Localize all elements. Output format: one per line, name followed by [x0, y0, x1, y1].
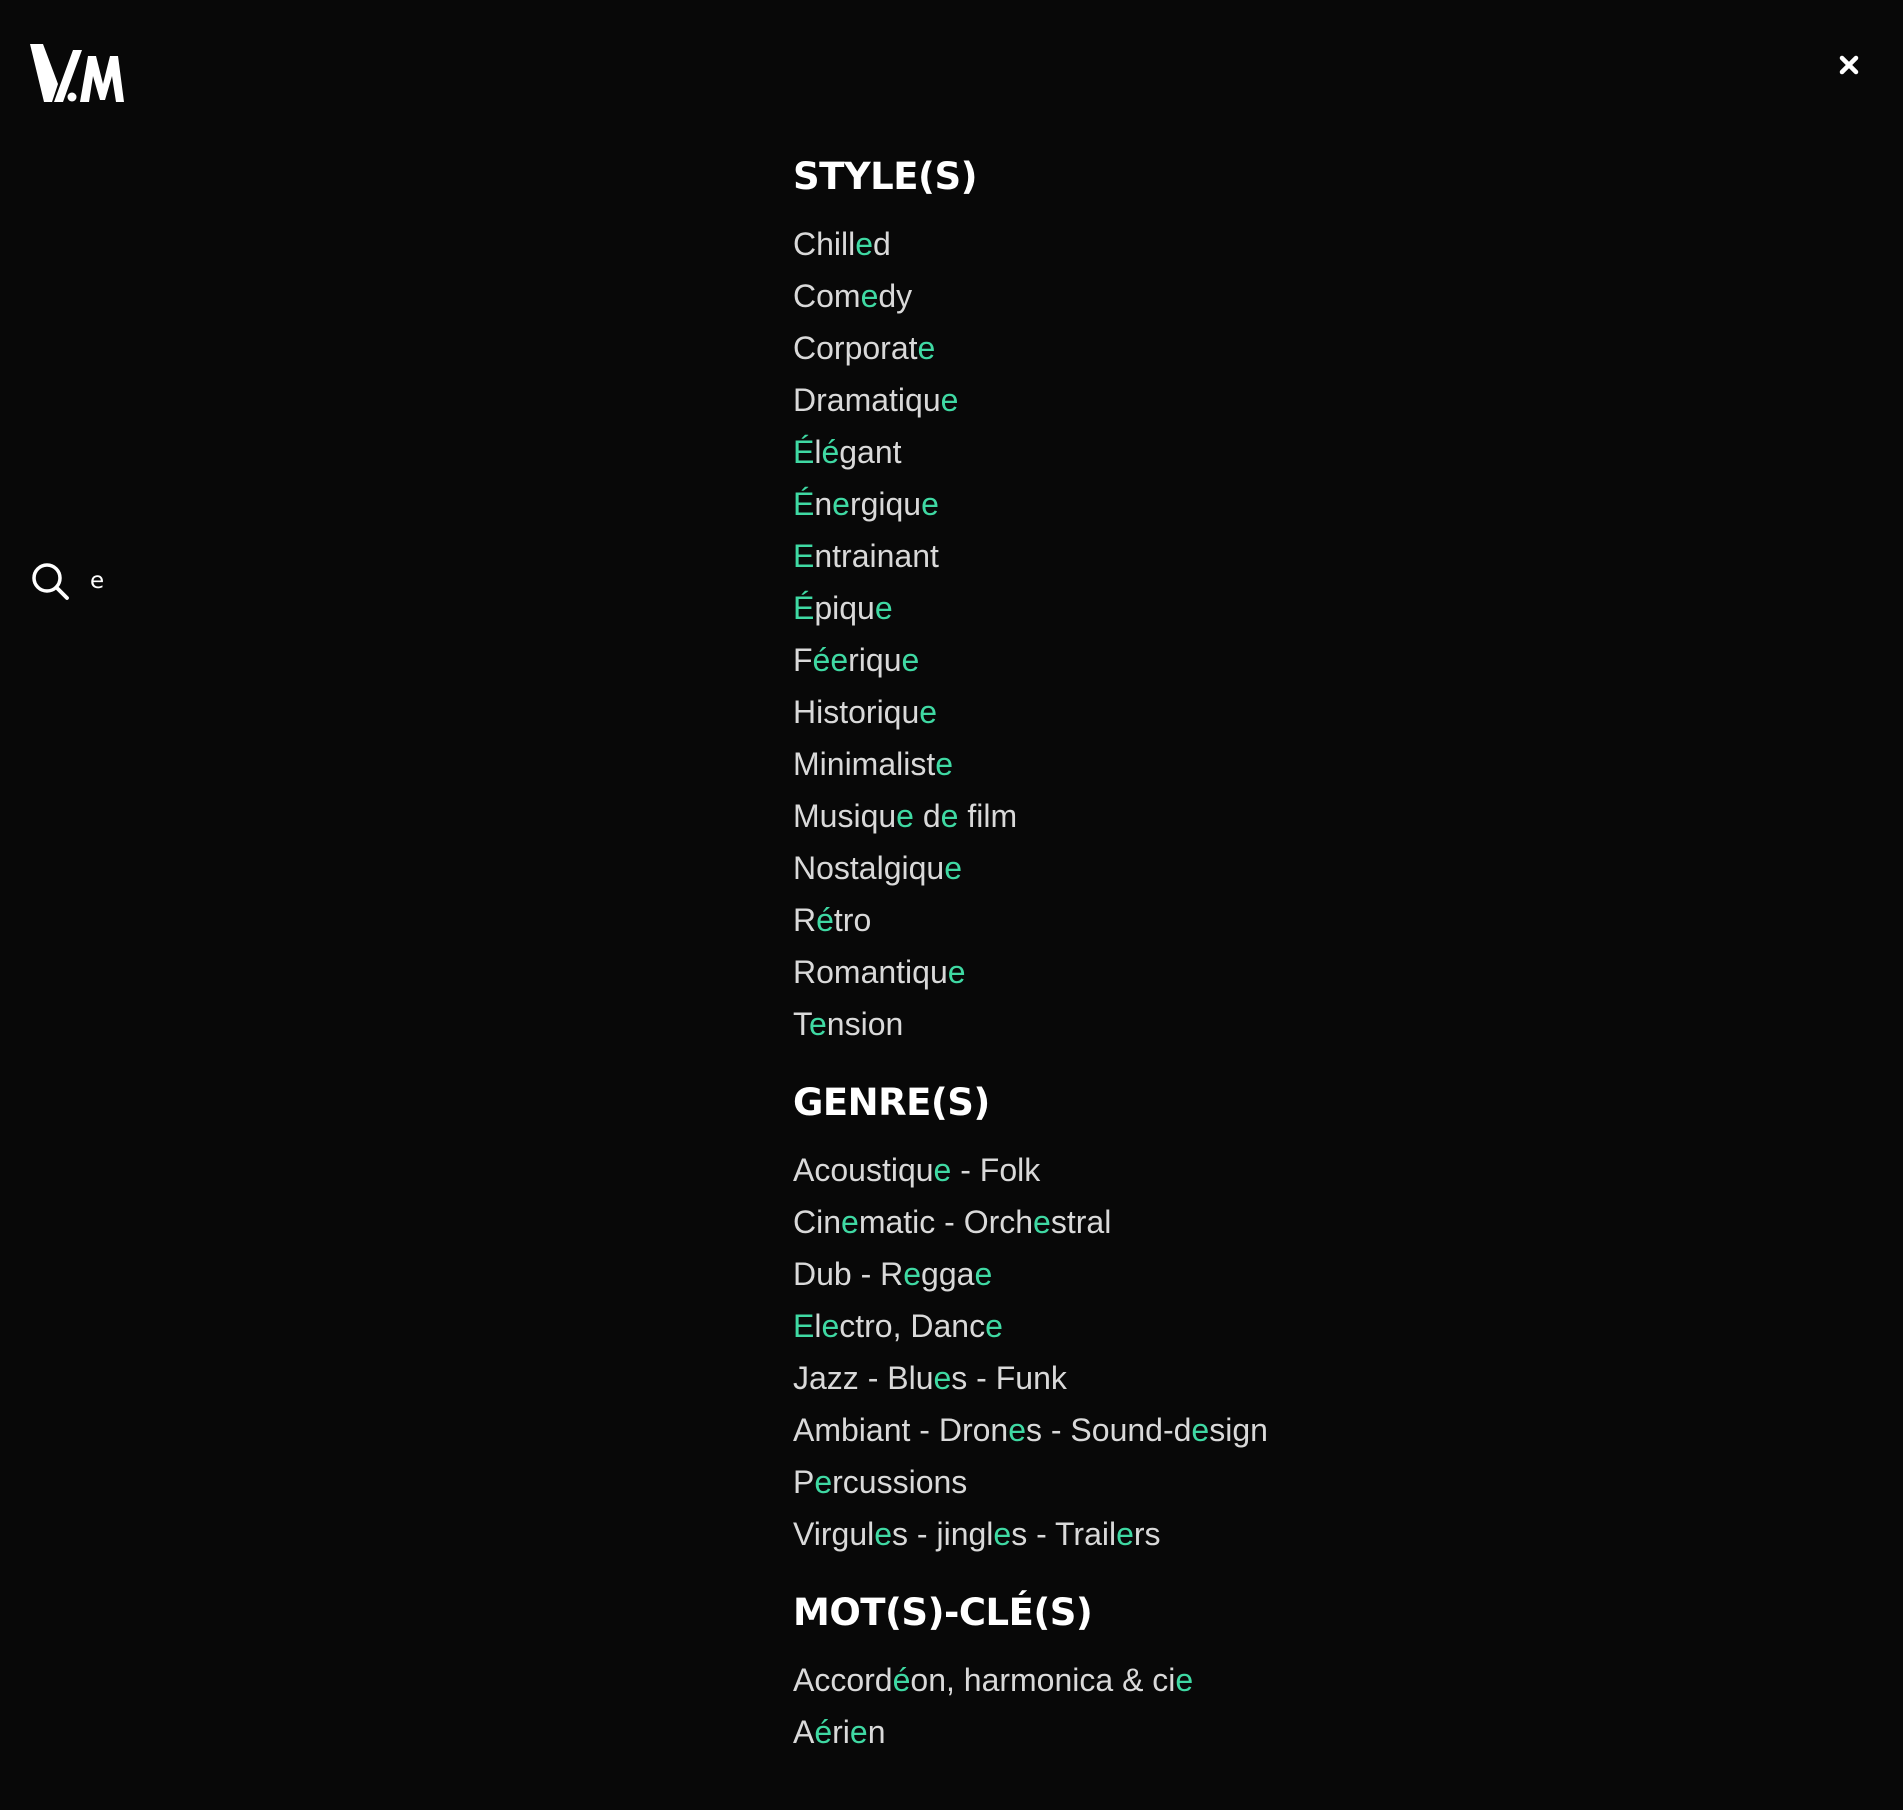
match-highlight: e [1033, 1204, 1051, 1240]
match-highlight: é [892, 1662, 911, 1698]
result-item[interactable]: Entrainant [793, 530, 1693, 582]
match-highlight: e [841, 1204, 859, 1240]
section-title: STYLE(S) [793, 155, 978, 198]
match-highlight: e [1191, 1412, 1210, 1448]
match-highlight: e [821, 1308, 840, 1344]
result-item[interactable]: Acoustique - Folk [793, 1144, 1693, 1196]
result-item[interactable]: Féerique [793, 634, 1693, 686]
search-bar [30, 556, 390, 606]
result-item[interactable]: Ambiant - Drones - Sound-design [793, 1404, 1693, 1456]
vam-logo[interactable] [30, 44, 124, 106]
match-highlight: e [933, 1360, 952, 1396]
result-item[interactable]: Comedy [793, 270, 1693, 322]
search-icon[interactable] [30, 561, 70, 601]
result-item[interactable]: Nostalgique [793, 842, 1693, 894]
result-item[interactable]: Minimaliste [793, 738, 1693, 790]
result-item[interactable]: Corporate [793, 322, 1693, 374]
match-highlight: é [821, 434, 840, 470]
result-item[interactable]: Dramatique [793, 374, 1693, 426]
match-highlight: e [814, 1464, 833, 1500]
match-highlight: e [849, 1714, 868, 1750]
result-item[interactable]: Épique [793, 582, 1693, 634]
match-highlight: e [860, 278, 879, 314]
match-highlight: e [947, 954, 966, 990]
match-highlight: e [921, 486, 939, 522]
result-list: Accordéon, harmonica & cie Aérien [793, 1654, 1693, 1758]
result-item[interactable]: Virgules - jingles - Trailers [793, 1508, 1693, 1560]
match-highlight: e [935, 746, 954, 782]
result-item[interactable]: Historique [793, 686, 1693, 738]
match-highlight: é [814, 1714, 833, 1750]
result-list: Chilled Comedy Corporate Dramatique Élégant É… [793, 218, 1693, 1050]
match-highlight: e [830, 642, 849, 678]
section-title: GENRE(S) [793, 1081, 990, 1124]
result-item[interactable]: Percussions [793, 1456, 1693, 1508]
result-item[interactable]: Musique de film [793, 790, 1693, 842]
match-highlight: e [874, 1516, 893, 1552]
match-highlight: É [793, 590, 815, 626]
match-highlight: e [903, 1256, 922, 1292]
match-highlight: e [974, 1256, 993, 1292]
match-highlight: e [901, 642, 920, 678]
match-highlight: e [1175, 1662, 1194, 1698]
result-item[interactable]: Tension [793, 998, 1693, 1050]
result-item[interactable]: Énergique [793, 478, 1693, 530]
result-item[interactable]: Electro, Dance [793, 1300, 1693, 1352]
result-item[interactable]: Élégant [793, 426, 1693, 478]
match-highlight: e [933, 1152, 952, 1188]
result-item[interactable]: Rétro [793, 894, 1693, 946]
match-highlight: e [1008, 1412, 1026, 1448]
result-item[interactable]: Accordéon, harmonica & cie [793, 1654, 1693, 1706]
match-highlight: e [940, 382, 959, 418]
close-icon [1839, 55, 1859, 75]
section-title: MOT(S)-CLÉ(S) [793, 1591, 1093, 1634]
match-highlight: é [812, 642, 831, 678]
match-highlight: É [793, 486, 815, 522]
result-item[interactable]: Chilled [793, 218, 1693, 270]
result-item[interactable]: Romantique [793, 946, 1693, 998]
match-highlight: e [1116, 1516, 1134, 1552]
match-highlight: é [816, 902, 834, 938]
result-item[interactable]: Cinematic - Orchestral [793, 1196, 1693, 1248]
vam-logo-icon [30, 44, 124, 102]
match-highlight: e [874, 590, 893, 626]
result-item[interactable]: Dub - Reggae [793, 1248, 1693, 1300]
match-highlight: É [793, 434, 815, 470]
match-highlight: e [985, 1308, 1003, 1344]
search-input[interactable] [90, 568, 390, 594]
close-button[interactable] [1834, 50, 1864, 80]
match-highlight: e [919, 694, 938, 730]
match-highlight: E [793, 538, 815, 574]
match-highlight: e [940, 798, 959, 834]
result-item[interactable]: Jazz - Blues - Funk [793, 1352, 1693, 1404]
match-highlight: e [896, 798, 914, 834]
match-highlight: e [855, 226, 874, 262]
result-list: Acoustique - Folk Cinematic - Orchestral D… [793, 1144, 1693, 1560]
match-highlight: e [809, 1006, 827, 1042]
match-highlight: e [944, 850, 962, 886]
search-results: STYLE(S) Chilled Comedy Corporate Dramatique… [793, 150, 1693, 1758]
match-highlight: E [793, 1308, 815, 1344]
result-item[interactable]: Aérien [793, 1706, 1693, 1758]
match-highlight: e [832, 486, 850, 522]
match-highlight: e [917, 330, 936, 366]
match-highlight: e [993, 1516, 1012, 1552]
